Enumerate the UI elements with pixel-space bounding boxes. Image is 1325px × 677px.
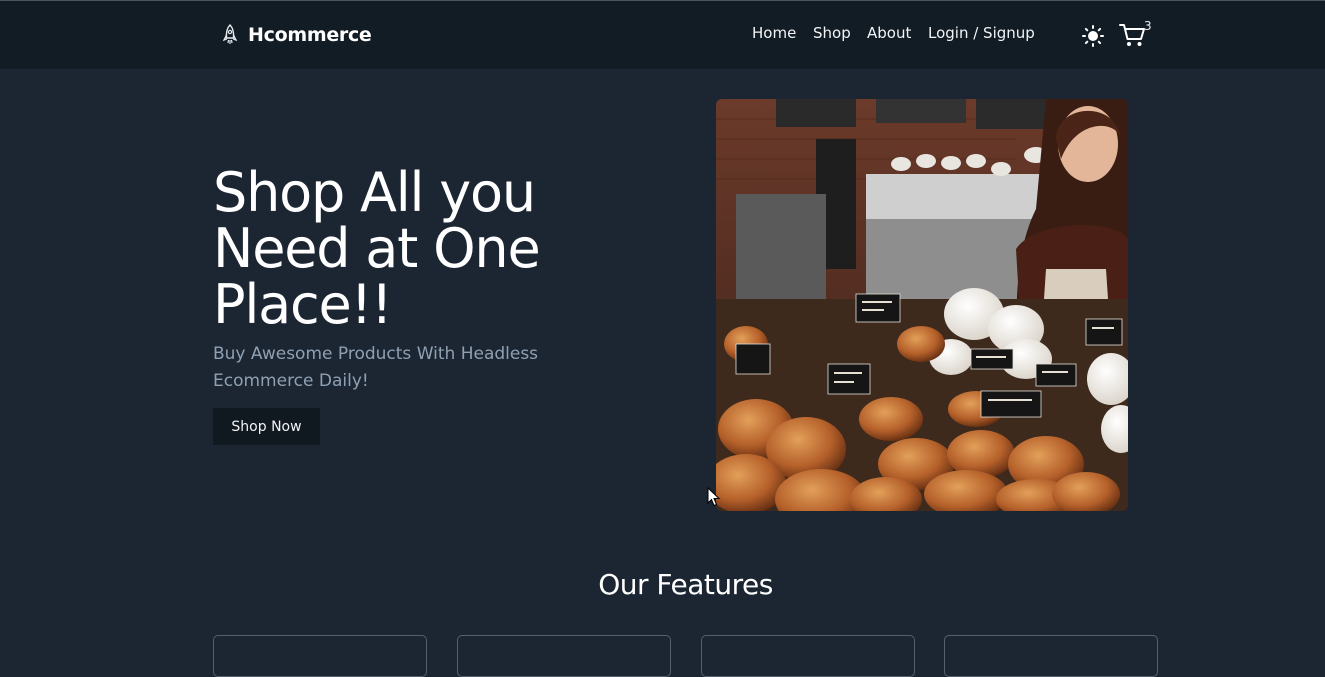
rocket-icon — [222, 24, 238, 44]
feature-card — [701, 635, 915, 677]
hero-bakery-image — [716, 99, 1128, 511]
brand-name: Hcommerce — [248, 24, 372, 46]
sun-icon[interactable] — [1081, 24, 1105, 48]
feature-card — [213, 635, 427, 677]
mouse-cursor-icon — [707, 487, 721, 507]
hero-subtitle: Buy Awesome Products With Headless Ecomm… — [213, 344, 539, 391]
nav-about-link[interactable]: About — [867, 24, 911, 42]
nav-login-signup-link[interactable]: Login / Signup — [928, 24, 1035, 42]
cart-count-badge: 3 — [1144, 19, 1152, 33]
feature-card — [457, 635, 671, 677]
nav-home-link[interactable]: Home — [752, 24, 796, 42]
nav-shop-link[interactable]: Shop — [813, 24, 851, 42]
feature-card — [944, 635, 1158, 677]
shop-now-button[interactable]: Shop Now — [213, 408, 320, 445]
brand-logo[interactable]: Hcommerce — [220, 21, 372, 49]
navbar: Hcommerce Home Shop About Login / Signup… — [0, 1, 1325, 69]
features-title: Our Features — [598, 568, 773, 601]
hero-title: Shop All you Need at One Place!! — [213, 161, 541, 336]
